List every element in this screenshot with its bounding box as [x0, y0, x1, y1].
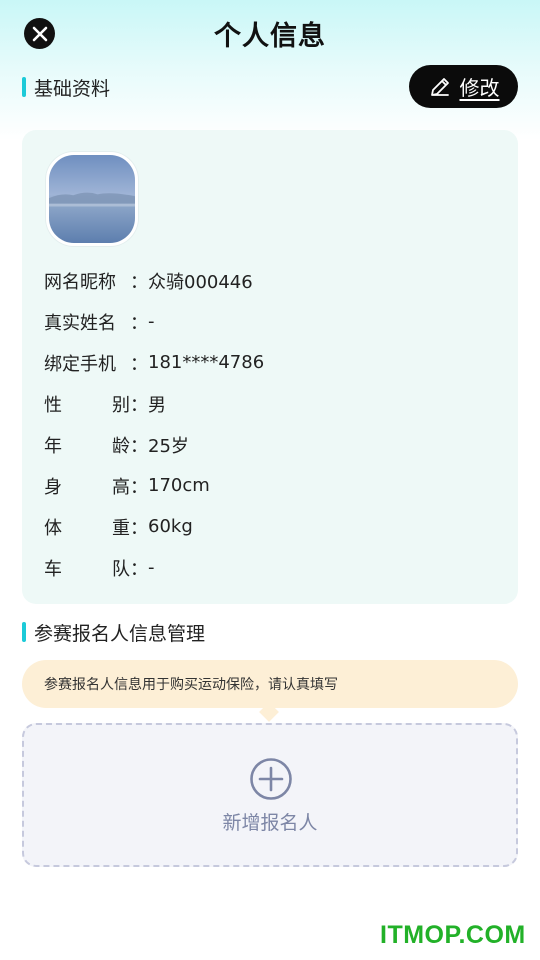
- info-value-age: 25岁: [148, 435, 189, 457]
- info-row-gender: 性别 ： 男: [44, 383, 504, 424]
- info-value-weight: 60kg: [148, 516, 193, 537]
- info-key: 身高: [44, 476, 130, 498]
- info-value-phone: 181****4786: [148, 352, 265, 373]
- info-row-height: 身高 ： 170cm: [44, 465, 504, 506]
- section-title-basic-label: 基础资料: [34, 77, 111, 100]
- info-key: 性别: [44, 394, 130, 416]
- section-accent-bar: [22, 77, 26, 97]
- section-title-basic: 基础资料: [22, 74, 110, 100]
- watermark: ITMOP.COM: [380, 921, 526, 949]
- info-row-team: 车队 ： -: [44, 547, 504, 588]
- section-title-registrant-label: 参赛报名人信息管理: [34, 622, 206, 645]
- plus-circle-icon: [250, 758, 292, 800]
- avatar-landscape-image: [49, 155, 135, 243]
- info-value-nickname: 众骑000446: [148, 271, 253, 293]
- info-row-phone: 绑定手机 ： 181****4786: [44, 342, 504, 383]
- info-value-team: -: [148, 557, 155, 578]
- info-key: 绑定手机: [44, 353, 116, 375]
- registrant-tip-text: 参赛报名人信息用于购买运动保险，请认真填写: [44, 677, 338, 693]
- edit-button-label: 修改: [459, 76, 500, 100]
- info-row-realname: 真实姓名 ： -: [44, 301, 504, 342]
- info-key: 车队: [44, 558, 130, 580]
- info-row-nickname: 网名昵称 ： 众骑000446: [44, 260, 504, 301]
- registrant-tip: 参赛报名人信息用于购买运动保险，请认真填写: [22, 660, 518, 708]
- info-value-height: 170cm: [148, 475, 210, 496]
- section-accent-bar: [22, 622, 26, 642]
- edit-button[interactable]: 修改: [409, 65, 518, 108]
- avatar[interactable]: [46, 152, 138, 246]
- add-registrant-button[interactable]: 新增报名人: [22, 723, 518, 867]
- page-title: 个人信息: [214, 21, 326, 52]
- header: 个人信息: [0, 0, 540, 66]
- info-key: 真实姓名: [44, 312, 116, 334]
- pencil-icon: [430, 77, 449, 96]
- info-list: 网名昵称 ： 众骑000446 真实姓名 ： - 绑定手机 ： 181****4…: [44, 260, 504, 588]
- basic-info-card: 网名昵称 ： 众骑000446 真实姓名 ： - 绑定手机 ： 181****4…: [22, 130, 518, 604]
- info-row-age: 年龄 ： 25岁: [44, 424, 504, 465]
- info-row-weight: 体重 ： 60kg: [44, 506, 504, 547]
- info-key: 年龄: [44, 435, 130, 457]
- info-key: 体重: [44, 517, 130, 539]
- info-key: 网名昵称: [44, 271, 116, 293]
- section-title-registrant: 参赛报名人信息管理: [22, 619, 205, 645]
- add-registrant-label: 新增报名人: [222, 812, 318, 834]
- info-value-realname: -: [148, 311, 155, 332]
- info-value-gender: 男: [148, 394, 166, 416]
